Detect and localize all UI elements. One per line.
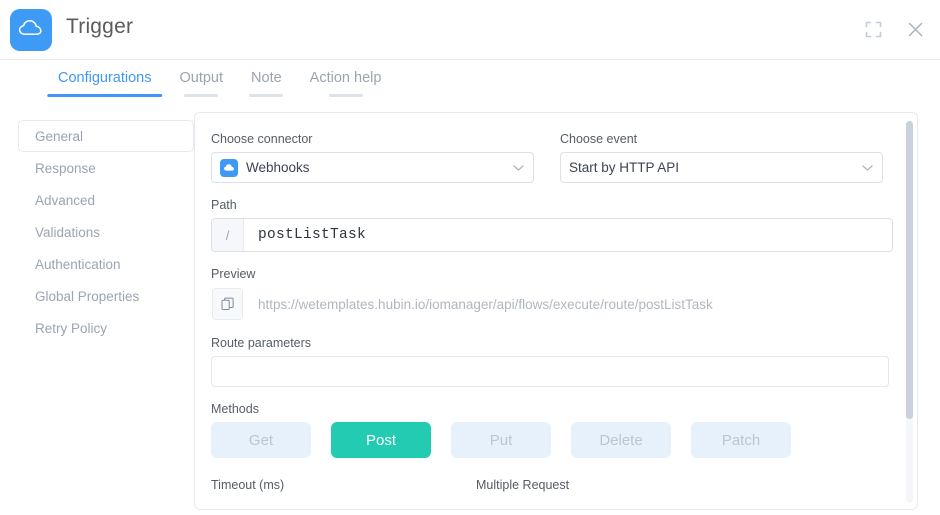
tab-action-help[interactable]: Action help <box>296 61 396 100</box>
tab-configurations-label: Configurations <box>58 70 152 86</box>
tab-underline <box>328 94 363 97</box>
methods-field: Methods Get Post Put Delete Patch <box>211 402 883 458</box>
tab-note[interactable]: Note <box>237 61 296 100</box>
cloud-icon <box>18 19 44 42</box>
path-input-group[interactable]: / postListTask <box>211 218 893 252</box>
fullscreen-icon[interactable] <box>862 18 884 40</box>
sidebar-item-global-properties[interactable]: Global Properties <box>18 280 194 312</box>
method-delete-button[interactable]: Delete <box>571 422 671 458</box>
trigger-dialog: Trigger Configurations Output Note Actio… <box>0 0 940 515</box>
app-logo <box>10 9 52 51</box>
tab-underline <box>249 94 284 97</box>
sidebar-item-advanced[interactable]: Advanced <box>18 184 194 216</box>
sidebar-item-label: Advanced <box>35 192 96 208</box>
connector-select[interactable]: Webhooks <box>211 152 534 183</box>
sidebar-item-response[interactable]: Response <box>18 152 194 184</box>
tab-output[interactable]: Output <box>166 61 238 100</box>
sidebar-item-label: Response <box>35 160 96 176</box>
timeout-label: Timeout (ms) <box>211 478 285 492</box>
connector-field: Choose connector Webhooks <box>211 132 534 183</box>
panel-scrollbar-track[interactable] <box>906 121 913 503</box>
path-input[interactable]: postListTask <box>244 219 892 251</box>
preview-group: https://wetemplates.hubin.io/iomanager/a… <box>211 287 893 321</box>
event-field: Choose event Start by HTTP API <box>560 132 883 183</box>
connector-event-row: Choose connector Webhooks Choose event S… <box>211 132 883 183</box>
page-title: Trigger <box>66 15 134 38</box>
preview-label: Preview <box>211 267 256 281</box>
title-bar: Trigger <box>0 0 940 60</box>
route-parameters-label: Route parameters <box>211 336 312 350</box>
settings-sidebar: General Response Advanced Validations Au… <box>18 120 194 344</box>
sidebar-item-label: Validations <box>35 224 101 240</box>
multiple-request-label: Multiple Request <box>476 478 570 492</box>
path-field: Path / postListTask <box>211 198 893 252</box>
tab-underline <box>184 94 219 97</box>
event-select[interactable]: Start by HTTP API <box>560 152 883 183</box>
chevron-down-icon <box>862 164 873 171</box>
methods-button-group: Get Post Put Delete Patch <box>211 422 883 458</box>
timeout-multiple-row: Timeout (ms) Multiple Request <box>211 478 883 492</box>
connector-value: Webhooks <box>246 160 310 175</box>
method-put-button[interactable]: Put <box>451 422 551 458</box>
sidebar-item-label: Authentication <box>35 256 121 272</box>
sidebar-item-authentication[interactable]: Authentication <box>18 248 194 280</box>
sidebar-item-retry-policy[interactable]: Retry Policy <box>18 312 194 344</box>
methods-label: Methods <box>211 402 259 416</box>
sidebar-item-validations[interactable]: Validations <box>18 216 194 248</box>
event-label: Choose event <box>560 132 638 146</box>
connector-label: Choose connector <box>211 132 313 146</box>
configuration-form: Choose connector Webhooks Choose event S… <box>195 113 901 492</box>
tab-bar: Configurations Output Note Action help <box>0 61 940 108</box>
panel-scrollbar-thumb[interactable] <box>906 121 913 419</box>
configuration-panel: Choose connector Webhooks Choose event S… <box>194 112 918 510</box>
preview-field: Preview https://wetemplates.hubin.io/iom… <box>211 267 893 321</box>
dialog-body: General Response Advanced Validations Au… <box>0 108 940 515</box>
path-label: Path <box>211 198 237 212</box>
sidebar-item-label: Retry Policy <box>35 320 108 336</box>
copy-icon[interactable] <box>212 288 243 320</box>
sidebar-item-general[interactable]: General <box>18 120 194 152</box>
method-post-button[interactable]: Post <box>331 422 431 458</box>
tab-underline <box>47 94 163 97</box>
path-prefix-addon: / <box>212 219 244 251</box>
tab-note-label: Note <box>251 70 282 86</box>
method-get-button[interactable]: Get <box>211 422 311 458</box>
sidebar-item-label: Global Properties <box>35 288 140 304</box>
preview-url: https://wetemplates.hubin.io/iomanager/a… <box>258 296 713 312</box>
title-bar-actions <box>862 18 926 40</box>
event-value: Start by HTTP API <box>569 160 680 175</box>
chevron-down-icon <box>513 164 524 171</box>
route-parameters-field: Route parameters <box>211 336 889 387</box>
route-parameters-input[interactable] <box>211 356 889 387</box>
sidebar-item-label: General <box>35 128 84 144</box>
tab-action-help-label: Action help <box>309 70 382 86</box>
method-patch-button[interactable]: Patch <box>691 422 791 458</box>
cloud-icon <box>220 158 238 177</box>
close-icon[interactable] <box>904 18 926 40</box>
tab-output-label: Output <box>179 70 224 86</box>
tab-configurations[interactable]: Configurations <box>44 61 166 100</box>
